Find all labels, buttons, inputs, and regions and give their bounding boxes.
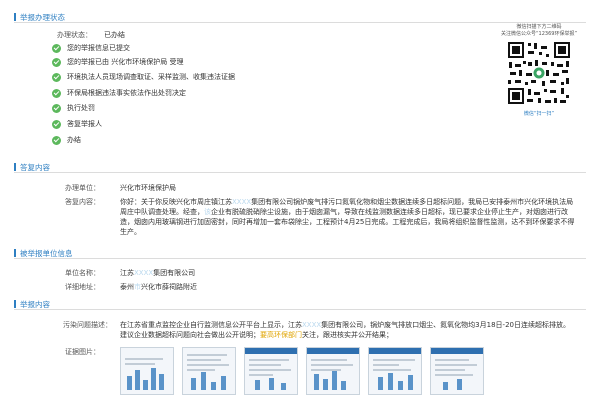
- pollution-description-label: 污染问题描述：: [63, 321, 112, 329]
- progress-step: 办结: [52, 134, 81, 146]
- progress-step: 答复举报人: [52, 118, 102, 130]
- pollution-description-text: 在江苏省重点监控企业自行监测信息公开平台上显示，江苏XXXX集团有限公司，锅炉废…: [120, 321, 570, 339]
- qr-panel: 微信扫描下方二维码 关注微信公众号“12369环保举报” 微信“扫一扫”: [490, 24, 588, 117]
- evidence-image[interactable]: [244, 347, 298, 395]
- divider: [14, 309, 586, 310]
- unit-name-value: 江苏XXXX集团有限公司: [120, 269, 196, 277]
- evidence-thumbnails: [120, 347, 484, 395]
- progress-step: 环保局根据违法事实依法作出处罚决定: [52, 87, 186, 99]
- progress-step: 执行处罚: [52, 102, 95, 114]
- address-value: 泰州市兴化市薛祠路附近: [120, 283, 197, 291]
- evidence-label: 证据图片：: [65, 348, 100, 356]
- progress-step: 环境执法人员现场调查取证、采样监测、收集违法证据: [52, 71, 235, 83]
- handling-unit-value: 兴化市环境保护局: [120, 184, 176, 192]
- qr-footer: 微信“扫一扫”: [523, 111, 555, 117]
- evidence-image[interactable]: [182, 347, 236, 395]
- check-icon: [52, 43, 61, 53]
- unit-name-label: 单位名称：: [65, 269, 100, 277]
- check-icon: [52, 88, 61, 98]
- reply-content-label: 答复内容：: [65, 198, 100, 206]
- check-icon: [52, 135, 61, 145]
- progress-step: 您的举报已由 兴化市环境保护局 受理: [52, 56, 183, 68]
- evidence-image[interactable]: [368, 347, 422, 395]
- status-label: 办理状态：: [57, 31, 92, 39]
- status-value: 已办结: [104, 31, 125, 39]
- check-icon: [52, 72, 61, 82]
- evidence-image[interactable]: [120, 347, 174, 395]
- reply-content-text: 你好：关于你反映兴化市周庄镇江苏XXXX集团有限公司锅炉废气排污口氮氧化物和烟尘…: [120, 198, 575, 236]
- divider: [14, 258, 586, 259]
- address-label: 详细地址：: [65, 283, 100, 291]
- check-icon: [52, 57, 61, 67]
- check-icon: [52, 103, 61, 113]
- evidence-image[interactable]: [430, 347, 484, 395]
- check-icon: [52, 119, 61, 129]
- progress-step: 您的举报信息已提交: [52, 42, 130, 54]
- qr-caption: 关注微信公众号“12369环保举报”: [500, 30, 578, 37]
- evidence-image[interactable]: [306, 347, 360, 395]
- qr-code-icon[interactable]: [506, 40, 572, 106]
- handling-unit-label: 办理单位：: [65, 184, 100, 192]
- divider: [14, 172, 586, 173]
- divider: [14, 22, 586, 23]
